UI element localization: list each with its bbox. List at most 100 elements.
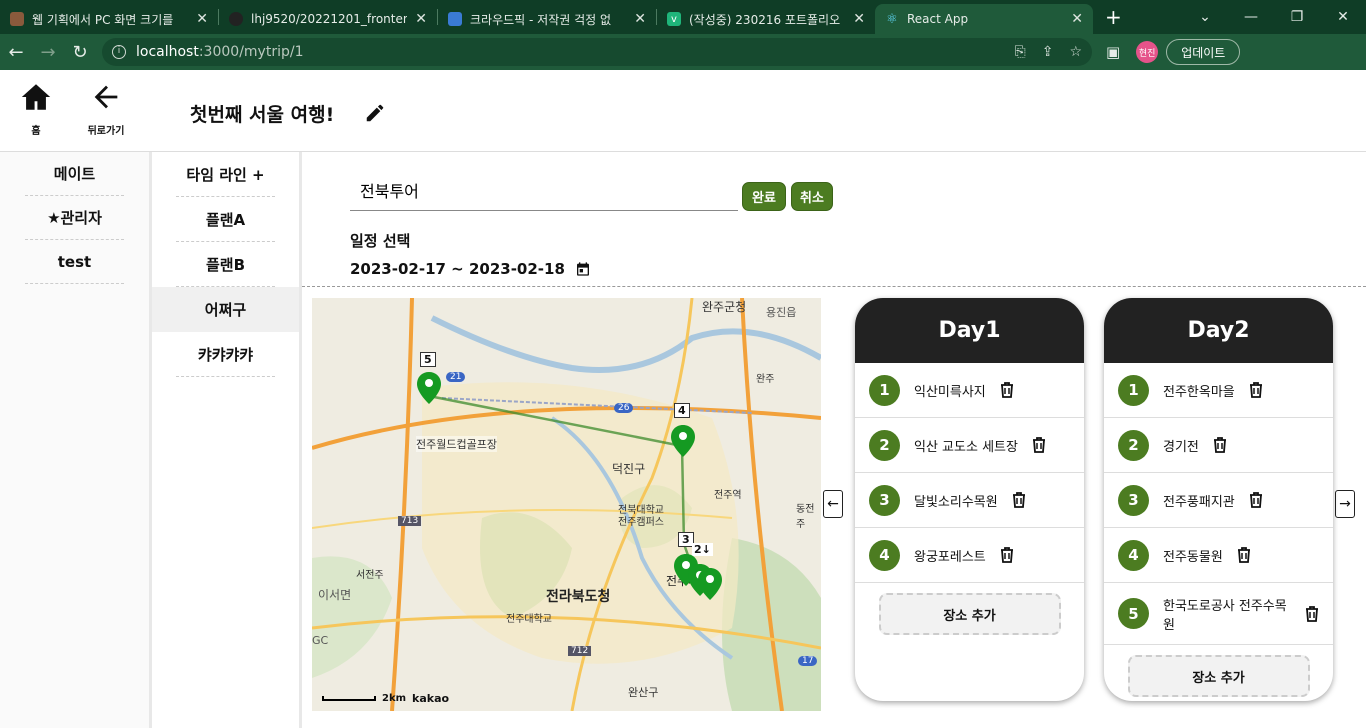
plan-name-input[interactable]	[350, 170, 738, 211]
back-button[interactable]: 뒤로가기	[84, 80, 128, 137]
tab-title: 웹 기획에서 PC 화면 크기를	[32, 12, 174, 27]
map-label: 이서면	[318, 588, 352, 602]
mate-item-test[interactable]: test	[25, 240, 124, 284]
translate-icon[interactable]: ⎘	[1015, 44, 1026, 60]
share-icon[interactable]: ⇪	[1042, 44, 1054, 60]
back-arrow-icon	[94, 85, 118, 109]
schedule-label: 일정 선택	[350, 232, 411, 250]
close-icon[interactable]: ✕	[196, 11, 208, 27]
trash-icon[interactable]	[1000, 382, 1014, 398]
app-header: 홈 뒤로가기 첫번째 서울 여행!	[0, 70, 1366, 152]
tab-title: React App	[907, 12, 969, 26]
trash-icon[interactable]	[1012, 492, 1026, 508]
browser-tab-3[interactable]: 크라우드픽 - 저작권 걱정 없 ✕	[438, 4, 656, 34]
back-label: 뒤로가기	[87, 126, 125, 137]
trash-icon[interactable]	[1237, 547, 1251, 563]
place-item[interactable]: 1 전주한옥마을	[1104, 363, 1333, 418]
close-window-icon[interactable]: ✕	[1320, 9, 1366, 25]
tab-title: (작성중) 230216 포트폴리오	[689, 12, 841, 27]
map-label: 서전주	[356, 570, 384, 581]
place-item[interactable]: 2 익산 교도소 세트장	[855, 418, 1084, 473]
tab-search-icon[interactable]: ⌄	[1182, 9, 1228, 25]
timeline-add-button[interactable]: 타임 라인 +	[176, 152, 275, 197]
url-bar[interactable]: i localhost:3000/mytrip/1 ⎘ ⇪ ☆	[102, 38, 1092, 66]
arrow-right-icon: →	[1339, 496, 1351, 512]
calendar-icon[interactable]	[575, 261, 591, 277]
close-icon[interactable]: ✕	[853, 11, 865, 27]
map-label: 전주캠퍼스	[618, 517, 664, 528]
place-item[interactable]: 1 익산미륵사지	[855, 363, 1084, 418]
tab-favicon-icon	[10, 12, 24, 26]
trash-icon[interactable]	[1249, 382, 1263, 398]
next-day-button[interactable]: →	[1335, 490, 1355, 518]
browser-tab-5[interactable]: ⚛ React App ✕	[875, 4, 1093, 34]
add-place-button[interactable]: 장소 추가	[1127, 655, 1310, 697]
place-item[interactable]: 4 왕궁포레스트	[855, 528, 1084, 583]
trash-icon[interactable]	[1249, 492, 1263, 508]
road-number: 26	[614, 403, 634, 413]
map-label: 완산구	[628, 686, 659, 699]
place-item[interactable]: 5 한국도로공사 전주수목원	[1104, 583, 1333, 645]
bookmark-star-icon[interactable]: ☆	[1069, 44, 1082, 60]
close-icon[interactable]: ✕	[415, 11, 427, 27]
trash-icon[interactable]	[1000, 547, 1014, 563]
place-item[interactable]: 3 달빛소리수목원	[855, 473, 1084, 528]
update-button[interactable]: 업데이트	[1166, 39, 1241, 65]
road-number: 712	[568, 646, 592, 656]
info-icon[interactable]: i	[112, 45, 126, 59]
restore-icon[interactable]: ❐	[1274, 9, 1320, 25]
map-label: 덕진구	[612, 462, 646, 476]
map-pin-icon[interactable]	[417, 372, 441, 404]
github-icon	[229, 12, 243, 26]
close-icon[interactable]: ✕	[634, 11, 646, 27]
cancel-button[interactable]: 취소	[791, 182, 833, 211]
kakao-logo: kakao	[412, 692, 450, 705]
window-controls: ⌄ — ❐ ✕	[1182, 0, 1366, 34]
done-button[interactable]: 완료	[742, 182, 786, 211]
route-map[interactable]: 완주군청 용진읍 완주 전주월드컵골프장 덕진구 전북대학교 전주캠퍼스 전주역…	[312, 298, 821, 711]
date-range-text: 2023-02-17 ~ 2023-02-18	[350, 260, 565, 278]
browser-tab-2[interactable]: lhj9520/20221201_frontendp ✕	[219, 4, 437, 34]
map-label: 전주대학교	[506, 614, 552, 625]
add-place-button[interactable]: 장소 추가	[878, 593, 1061, 635]
side-panel-icon[interactable]: ▣	[1106, 43, 1120, 61]
map-scale: 2km kakao	[322, 692, 449, 705]
close-icon[interactable]: ✕	[1071, 11, 1083, 27]
map-label: 전라북도청	[546, 589, 611, 605]
home-label: 홈	[31, 126, 41, 137]
mate-item-admin[interactable]: ★관리자	[25, 196, 124, 240]
pencil-icon[interactable]	[364, 102, 386, 124]
tab-favicon-icon	[448, 12, 462, 26]
forward-arrow-icon[interactable]: →	[32, 42, 64, 63]
place-item[interactable]: 2 경기전	[1104, 418, 1333, 473]
home-button[interactable]: 홈	[16, 80, 56, 137]
mate-sidebar: 메이트 ★관리자 test	[0, 152, 152, 728]
plan-item[interactable]: 플랜B	[176, 242, 275, 287]
browser-tab-1[interactable]: 웹 기획에서 PC 화면 크기를 ✕	[0, 4, 218, 34]
road-number: 17	[798, 656, 818, 666]
trash-icon[interactable]	[1305, 605, 1319, 622]
back-arrow-icon[interactable]: ←	[0, 42, 32, 63]
arrow-left-icon: ←	[827, 496, 839, 512]
minimize-icon[interactable]: —	[1228, 9, 1274, 25]
date-range[interactable]: 2023-02-17 ~ 2023-02-18	[350, 260, 591, 278]
place-item[interactable]: 4 전주동물원	[1104, 528, 1333, 583]
plan-item[interactable]: 캬캬캬캬	[176, 332, 275, 377]
timeline-sidebar: 타임 라인 + 플랜A 플랜B 어쩌구 캬캬캬캬	[152, 152, 302, 728]
map-label: 용진읍	[766, 306, 797, 319]
home-icon	[21, 84, 51, 110]
new-tab-button[interactable]: +	[1093, 5, 1134, 29]
address-toolbar: ← → ↻ i localhost:3000/mytrip/1 ⎘ ⇪ ☆ ▣ …	[0, 34, 1366, 70]
plan-item[interactable]: 플랜A	[176, 197, 275, 242]
reload-icon[interactable]: ↻	[64, 42, 96, 63]
place-item[interactable]: 3 전주풍패지관	[1104, 473, 1333, 528]
road-number: 21	[446, 372, 466, 382]
trash-icon[interactable]	[1032, 437, 1046, 453]
map-pin-icon[interactable]	[698, 568, 722, 600]
profile-avatar[interactable]: 현진	[1136, 41, 1159, 63]
map-pin-icon[interactable]	[671, 425, 695, 457]
trash-icon[interactable]	[1213, 437, 1227, 453]
plan-item-selected[interactable]: 어쩌구	[152, 287, 299, 332]
browser-tab-4[interactable]: v (작성중) 230216 포트폴리오 ✕	[657, 4, 875, 34]
prev-day-button[interactable]: ←	[823, 490, 843, 518]
